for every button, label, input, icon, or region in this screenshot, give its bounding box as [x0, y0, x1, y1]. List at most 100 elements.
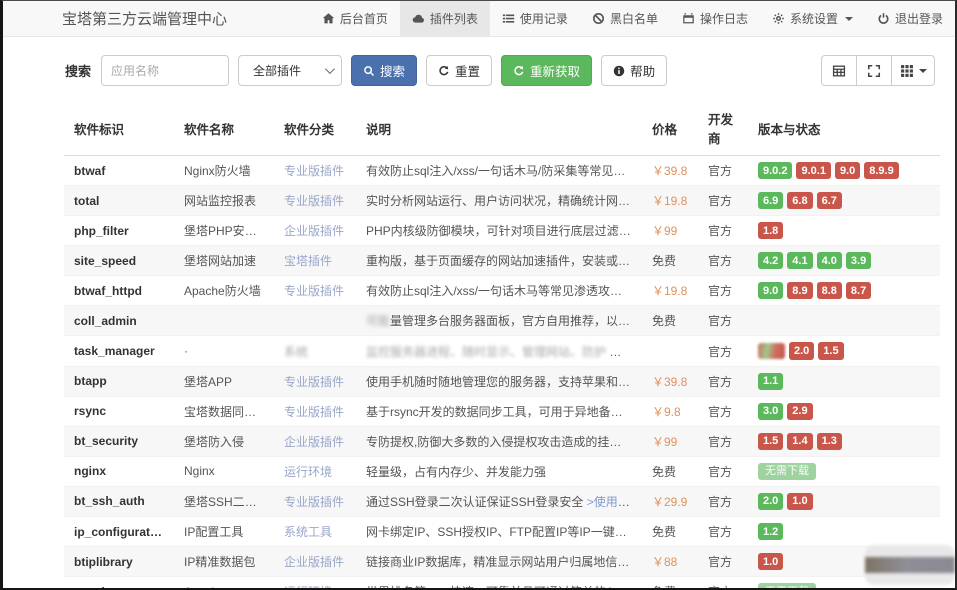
version-badge[interactable]: 8.8: [817, 282, 842, 299]
reset-button[interactable]: 重置: [426, 55, 492, 86]
version-badge[interactable]: 6.7: [817, 192, 842, 209]
plugin-price: [642, 336, 698, 366]
category-link[interactable]: 运行环境: [284, 585, 332, 590]
help-button[interactable]: 帮助: [601, 55, 667, 86]
columns-button[interactable]: [891, 55, 935, 86]
category-link[interactable]: 专业版插件: [284, 194, 344, 208]
version-badge[interactable]: 4.0: [817, 252, 842, 269]
version-badge[interactable]: 8.9: [787, 282, 812, 299]
table-row: site_speed堡塔网站加速宝塔插件重构版，基于页面缓存的网站加速插件，安装…: [64, 246, 940, 276]
plugin-developer: 官方: [698, 216, 748, 246]
version-badge[interactable]: 1.1: [758, 373, 783, 390]
plugin-category: 企业版插件: [274, 426, 356, 456]
category-link[interactable]: 专业版插件: [284, 164, 344, 178]
version-badge[interactable]: 1.0: [787, 493, 812, 510]
plugin-price: 免费: [642, 456, 698, 486]
category-link[interactable]: 专业版插件: [284, 375, 344, 389]
plugin-category: 企业版插件: [274, 216, 356, 246]
plugin-name: 堡塔PHP安全防护: [174, 216, 274, 246]
version-badge[interactable]: 6.9: [758, 192, 783, 209]
version-badge[interactable]: 3.9: [846, 252, 871, 269]
search-toolbar: 搜索 全部插件 搜索 重置 重新获取 帮助: [65, 55, 935, 86]
version-badge[interactable]: 1.3: [817, 433, 842, 450]
category-link[interactable]: 系统: [284, 345, 308, 359]
redacted-version-badge[interactable]: [758, 343, 785, 359]
nav-item-settings[interactable]: 系统设置: [760, 1, 865, 36]
version-badge[interactable]: 无需下载: [758, 463, 816, 480]
version-badge[interactable]: 1.5: [818, 342, 843, 359]
category-link[interactable]: 专业版插件: [284, 405, 344, 419]
table-row: btwaf_httpdApache防火墙专业版插件有效防止sql注入/xss/一…: [64, 276, 940, 306]
column-header: 软件标识: [64, 100, 174, 156]
category-link[interactable]: 企业版插件: [284, 435, 344, 449]
version-badge[interactable]: 4.2: [758, 252, 783, 269]
version-badge[interactable]: 8.9.9: [864, 162, 898, 179]
plugin-name: IP精准数据包: [174, 547, 274, 577]
version-badge[interactable]: 3.0: [758, 403, 783, 420]
version-badge[interactable]: 9.0: [758, 282, 783, 299]
plugin-developer: 官方: [698, 517, 748, 547]
version-badge[interactable]: 4.1: [787, 252, 812, 269]
plugin-price: 免费: [642, 306, 698, 336]
version-badge[interactable]: 9.0.1: [796, 162, 830, 179]
category-link[interactable]: 企业版插件: [284, 224, 344, 238]
version-badge[interactable]: 2.0: [758, 493, 783, 510]
category-link[interactable]: 专业版插件: [284, 495, 344, 509]
toggle-view-button[interactable]: [821, 55, 857, 86]
nav-item-home[interactable]: 后台首页: [310, 1, 400, 36]
version-badge[interactable]: 2.0: [789, 342, 814, 359]
search-icon: [363, 65, 375, 77]
fullscreen-button[interactable]: [856, 55, 892, 86]
plugin-id: ip_configuration: [64, 517, 174, 547]
version-badge[interactable]: 8.7: [846, 282, 871, 299]
category-link[interactable]: 运行环境: [284, 465, 332, 479]
description-text: 监控服务器进程、随时显示、管理网站、防护 服务 ，对比此: [366, 345, 642, 359]
version-badge[interactable]: 1.2: [758, 523, 783, 540]
version-badge[interactable]: 2.9: [787, 403, 812, 420]
plugin-id: total: [64, 186, 174, 216]
plugin-name: Nginx防火墙: [174, 156, 274, 186]
version-badge[interactable]: 1.0: [758, 553, 783, 570]
search-button[interactable]: 搜索: [351, 55, 417, 86]
version-badge[interactable]: 6.8: [787, 192, 812, 209]
plugin-filter-select[interactable]: 全部插件: [238, 55, 342, 86]
description-link[interactable]: >使用教程: [587, 495, 642, 509]
table-row: bt_security堡塔防入侵企业版插件专防提权,防御大多数的入侵提权攻击造成…: [64, 426, 940, 456]
version-badge[interactable]: 9.0: [835, 162, 860, 179]
price-value: 免费: [652, 525, 676, 539]
nav-item-logs[interactable]: 操作日志: [670, 1, 760, 36]
plugin-versions: 2.01.5: [748, 336, 940, 366]
refetch-button[interactable]: 重新获取: [501, 55, 592, 86]
plugin-name: 宝塔数据同步工具: [174, 396, 274, 426]
price-value: 免费: [652, 254, 676, 268]
category-link[interactable]: 系统工具: [284, 525, 332, 539]
version-badge[interactable]: 1.4: [787, 433, 812, 450]
nav-item-logout[interactable]: 退出登录: [865, 1, 955, 36]
plugin-id: btapp: [64, 366, 174, 396]
caret-down-icon: [845, 17, 853, 21]
version-badge[interactable]: 1.8: [758, 222, 783, 239]
plugin-developer: 官方: [698, 577, 748, 590]
plugin-id: bt_security: [64, 426, 174, 456]
gear-icon: [772, 12, 785, 25]
plugin-developer: 官方: [698, 156, 748, 186]
version-badge[interactable]: 无需下载: [758, 583, 816, 590]
column-header: 版本与状态: [748, 100, 940, 156]
plugin-price: 免费: [642, 517, 698, 547]
caret-down-icon: [919, 69, 927, 73]
plugin-name: Nginx: [174, 456, 274, 486]
nav-item-lists[interactable]: 黑白名单: [580, 1, 670, 36]
plugin-category: 专业版插件: [274, 156, 356, 186]
search-input[interactable]: [101, 55, 229, 86]
version-badge[interactable]: 9.0.2: [758, 162, 792, 179]
category-link[interactable]: 专业版插件: [284, 284, 344, 298]
plugin-name: IP配置工具: [174, 517, 274, 547]
category-link[interactable]: 企业版插件: [284, 555, 344, 569]
plugin-price: ￥39.8: [642, 366, 698, 396]
version-badge[interactable]: 1.5: [758, 433, 783, 450]
category-link[interactable]: 宝塔插件: [284, 254, 332, 268]
nav-item-plugins[interactable]: 插件列表: [400, 1, 490, 36]
nav-item-usage[interactable]: 使用记录: [490, 1, 580, 36]
plugin-description: 监控服务器进程、随时显示、管理网站、防护 服务 ，对比此: [356, 336, 642, 366]
plugin-description: 使用手机随时随地管理您的服务器，支持苹果和安卓 > 组...: [356, 366, 642, 396]
